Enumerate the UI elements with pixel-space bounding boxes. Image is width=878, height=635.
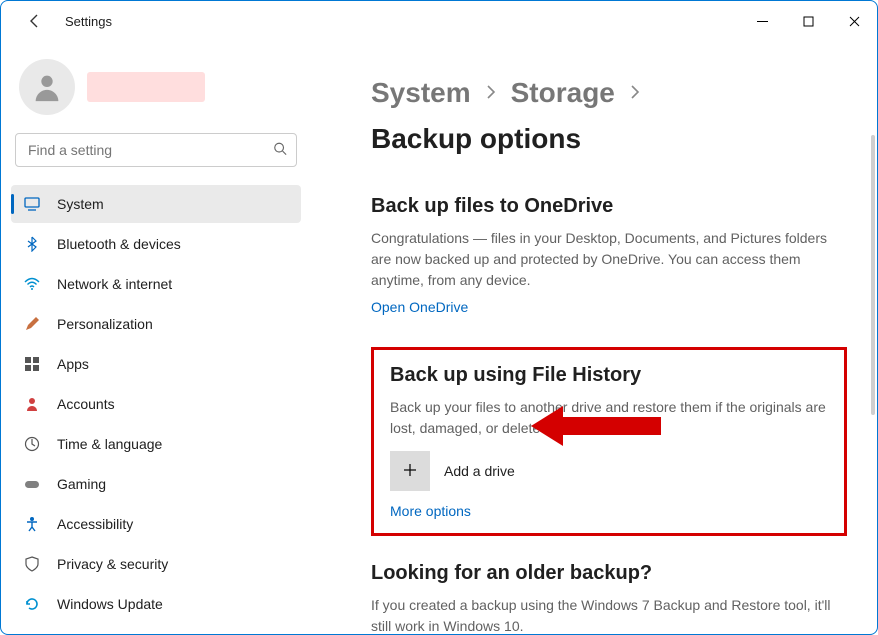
section-body: If you created a backup using the Window… xyxy=(371,595,847,634)
sidebar-item-label: System xyxy=(57,196,104,212)
sidebar-item-personalization[interactable]: Personalization xyxy=(11,305,301,343)
breadcrumb-storage[interactable]: Storage xyxy=(511,77,615,109)
sidebar-item-label: Accounts xyxy=(57,396,115,412)
more-options-link[interactable]: More options xyxy=(390,503,471,519)
wifi-icon xyxy=(23,275,41,293)
sidebar-item-label: Personalization xyxy=(57,316,153,332)
sidebar-item-label: Windows Update xyxy=(57,596,163,612)
chevron-right-icon xyxy=(485,85,497,102)
search-icon xyxy=(273,142,287,159)
close-button[interactable] xyxy=(831,5,877,37)
brush-icon xyxy=(23,315,41,333)
sidebar-item-label: Bluetooth & devices xyxy=(57,236,181,252)
sidebar-item-apps[interactable]: Apps xyxy=(11,345,301,383)
breadcrumb-system[interactable]: System xyxy=(371,77,471,109)
section-title: Back up files to OneDrive xyxy=(371,195,847,218)
sidebar-item-privacy[interactable]: Privacy & security xyxy=(11,545,301,583)
sidebar-item-gaming[interactable]: Gaming xyxy=(11,465,301,503)
section-title: Back up using File History xyxy=(390,364,828,387)
content-pane: System Storage Backup options Back up fi… xyxy=(311,41,877,634)
sidebar-item-label: Accessibility xyxy=(57,516,133,532)
sidebar-item-label: Network & internet xyxy=(57,276,172,292)
section-title: Looking for an older backup? xyxy=(371,562,847,585)
plus-icon xyxy=(402,462,418,481)
sidebar-item-label: Privacy & security xyxy=(57,556,168,572)
open-onedrive-link[interactable]: Open OneDrive xyxy=(371,299,468,315)
section-body: Back up your files to another drive and … xyxy=(390,397,828,439)
gaming-icon xyxy=(23,475,41,493)
onedrive-section: Back up files to OneDrive Congratulation… xyxy=(371,195,847,315)
update-icon xyxy=(23,595,41,613)
section-body: Congratulations — files in your Desktop,… xyxy=(371,228,847,291)
breadcrumb: System Storage Backup options xyxy=(371,77,847,155)
titlebar: Settings xyxy=(1,1,877,41)
sidebar-item-accounts[interactable]: Accounts xyxy=(11,385,301,423)
avatar xyxy=(19,59,75,115)
person-icon xyxy=(23,395,41,413)
scrollbar[interactable] xyxy=(871,135,875,415)
nav-list: System Bluetooth & devices Network & int… xyxy=(11,185,301,623)
bluetooth-icon xyxy=(23,235,41,253)
maximize-button[interactable] xyxy=(785,5,831,37)
sidebar-item-windows-update[interactable]: Windows Update xyxy=(11,585,301,623)
apps-icon xyxy=(23,355,41,373)
sidebar-item-time-language[interactable]: Time & language xyxy=(11,425,301,463)
user-profile[interactable] xyxy=(11,49,301,133)
sidebar-item-bluetooth[interactable]: Bluetooth & devices xyxy=(11,225,301,263)
accessibility-icon xyxy=(23,515,41,533)
sidebar-item-accessibility[interactable]: Accessibility xyxy=(11,505,301,543)
back-button[interactable] xyxy=(23,13,47,29)
shield-icon xyxy=(23,555,41,573)
minimize-button[interactable] xyxy=(739,5,785,37)
sidebar: System Bluetooth & devices Network & int… xyxy=(1,41,311,634)
search-input[interactable] xyxy=(15,133,297,167)
add-drive-label: Add a drive xyxy=(444,463,515,479)
breadcrumb-current: Backup options xyxy=(371,123,581,155)
user-name-redacted xyxy=(87,72,205,102)
file-history-section: Back up using File History Back up your … xyxy=(371,347,847,536)
system-icon xyxy=(23,195,41,213)
sidebar-item-label: Time & language xyxy=(57,436,162,452)
sidebar-item-label: Apps xyxy=(57,356,89,372)
older-backup-section: Looking for an older backup? If you crea… xyxy=(371,562,847,634)
clock-globe-icon xyxy=(23,435,41,453)
sidebar-item-label: Gaming xyxy=(57,476,106,492)
chevron-right-icon xyxy=(629,85,641,102)
add-drive-button[interactable] xyxy=(390,451,430,491)
sidebar-item-network[interactable]: Network & internet xyxy=(11,265,301,303)
window-title: Settings xyxy=(65,14,112,29)
sidebar-item-system[interactable]: System xyxy=(11,185,301,223)
